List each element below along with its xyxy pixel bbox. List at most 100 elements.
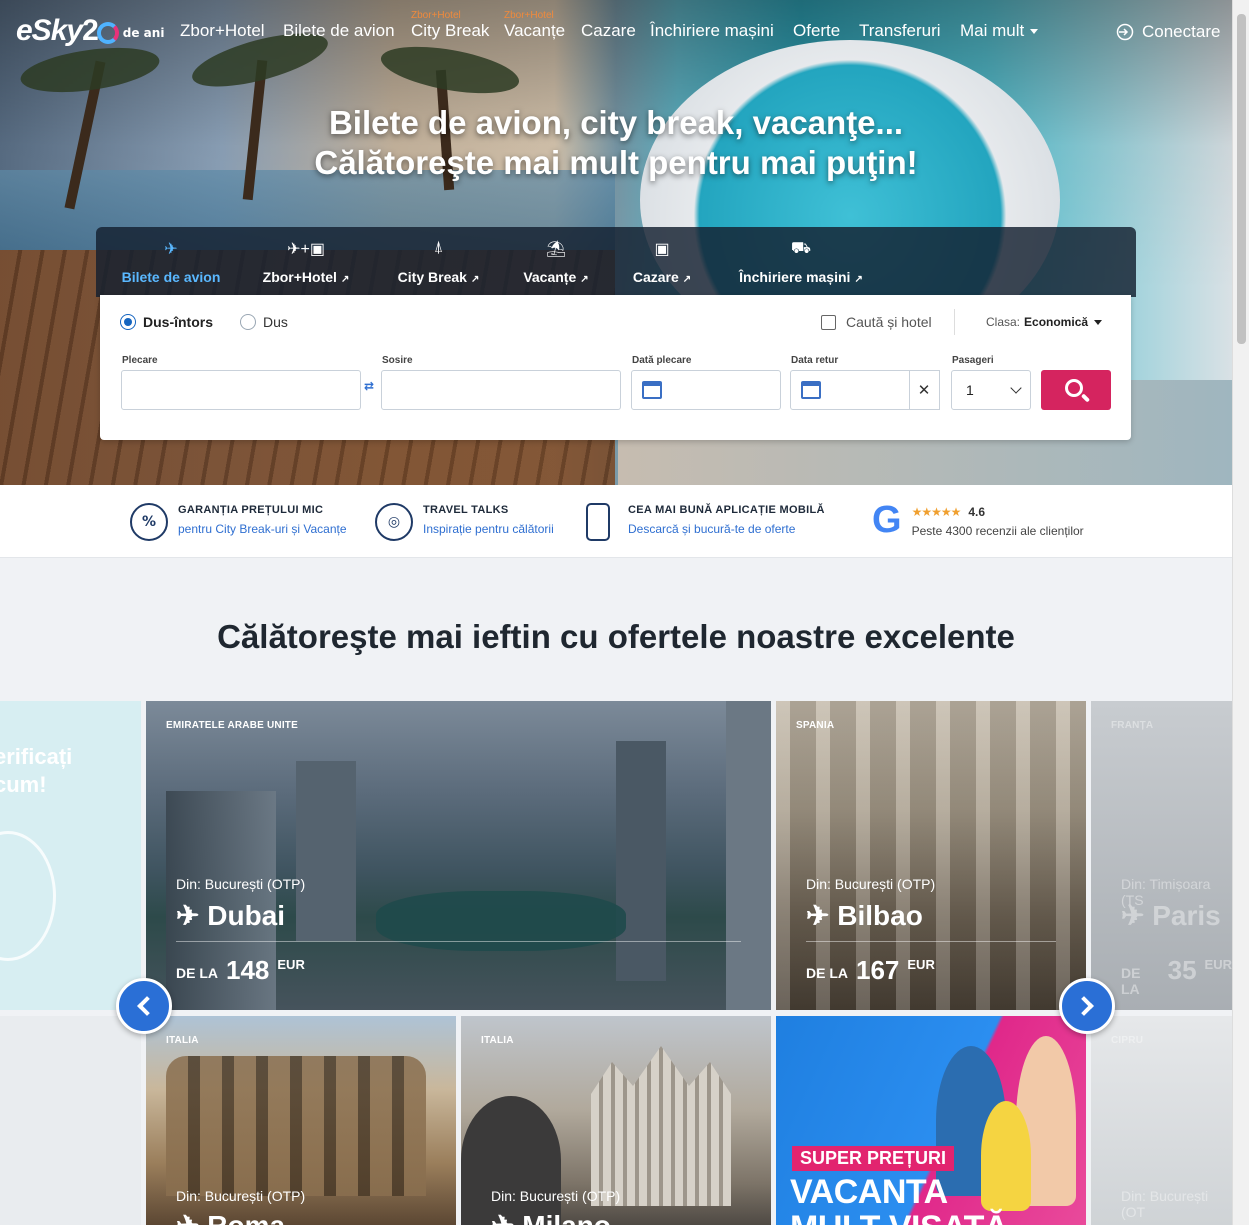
checkbox-label: Caută și hotel — [846, 314, 932, 330]
class-value: Economică — [1024, 315, 1089, 329]
promo-banner-left-2 — [0, 1016, 141, 1225]
offer-card-milano[interactable]: ITALIA Din: București (OTP) ✈ Milano — [461, 1016, 771, 1225]
close-icon: ✕ — [917, 381, 931, 399]
arrival-input[interactable] — [381, 370, 621, 410]
trip-type-one-way[interactable]: Dus — [240, 314, 288, 330]
offer-card-roma[interactable]: ITALIA Din: București (OTP) ✈ Roma — [146, 1016, 456, 1225]
top-navigation: eSky 2 de ani Zbor+Hotel Bilete de avion… — [0, 0, 1232, 64]
nav-item-cazare[interactable]: Cazare — [581, 21, 636, 41]
promo-banner-left[interactable]: erificați cum! — [0, 701, 141, 1010]
clear-return-date-button[interactable]: ✕ — [909, 370, 940, 410]
tab-label: Bilete de avion — [121, 269, 221, 285]
chevron-down-icon — [1094, 320, 1103, 326]
benefit-subtitle: pentru City Break-uri și Vacanțe — [178, 522, 347, 536]
search-icon — [1065, 379, 1083, 397]
google-rating[interactable]: G ★★★★★ 4.6 Peste 4300 recenzii ale clien… — [872, 501, 1084, 539]
duomo — [591, 1046, 731, 1206]
search-hotel-checkbox[interactable]: Caută și hotel — [821, 314, 932, 330]
nav-item-inchiriere-masini[interactable]: Închiriere mașini — [650, 21, 774, 41]
scrollbar-thumb[interactable] — [1237, 14, 1246, 344]
nav-item-city-break[interactable]: Zbor+Hotel City Break — [411, 10, 489, 41]
benefit-low-price[interactable]: % GARANȚIA PREȚULUI MIC pentru City Brea… — [130, 501, 347, 541]
offer-origin: Din: București (OTP) — [176, 1188, 306, 1204]
tab-label: Vacanțe — [523, 269, 577, 285]
search-button[interactable] — [1041, 370, 1111, 410]
promo-text: erificați cum! — [0, 744, 73, 797]
hotel-icon: ▣ — [654, 241, 670, 258]
tab-inchiriere-masini[interactable]: ⛟ Închiriere mașini ↗ — [732, 227, 870, 297]
hero-title-line1: Bilete de avion, city break, vacanţe... — [328, 104, 904, 141]
departure-date-input[interactable] — [631, 370, 781, 410]
offer-origin: Din: București (OTP) — [806, 876, 936, 892]
beach-umbrella-icon: ⛱ — [545, 241, 567, 258]
nav-item-oferte[interactable]: Oferte — [793, 21, 840, 41]
building — [726, 701, 771, 1010]
offer-card-dubai[interactable]: EMIRATELE ARABE UNITE Din: București (OT… — [146, 701, 771, 1010]
trip-type-round-trip[interactable]: Dus-întors — [120, 314, 213, 330]
radio-icon — [240, 314, 256, 330]
building — [616, 741, 666, 981]
nav-item-bilete-de-avion[interactable]: Bilete de avion — [283, 21, 395, 41]
search-tabs: ✈ Bilete de avion ✈+▣ Zbor+Hotel ↗ ⍋ City… — [96, 227, 1136, 297]
offer-card-paris[interactable]: FRANȚA Din: Timișoara (TS ✈ Paris DE LA 3… — [1091, 701, 1232, 1010]
nav-item-transferuri[interactable]: Transferuri — [859, 21, 941, 41]
nav-item-zbor-hotel[interactable]: Zbor+Hotel — [180, 21, 265, 41]
login-icon — [1116, 23, 1134, 41]
nav-item-mai-mult[interactable]: Mai mult — [960, 21, 1039, 41]
tab-cazare[interactable]: ▣ Cazare ↗ — [630, 227, 694, 297]
globe-icon: ◎ — [375, 503, 413, 541]
departure-input[interactable] — [121, 370, 361, 410]
departure-date-label: Dată plecare — [632, 355, 692, 366]
carousel-next-button[interactable] — [1059, 978, 1115, 1034]
tab-vacante[interactable]: ⛱ Vacanțe ↗ — [518, 227, 594, 297]
offer-origin: Din: București (OTP) — [491, 1188, 621, 1204]
offer-city: ✈ Bilbao — [806, 900, 923, 931]
offers-section-title: Călătoreşte mai ieftin cu ofertele noast… — [217, 618, 1015, 655]
chevron-down-icon — [1030, 29, 1039, 35]
offer-country: ITALIA — [481, 1035, 514, 1046]
chevron-right-icon — [1074, 996, 1094, 1016]
divider — [806, 941, 1056, 942]
external-link-icon: ↗ — [682, 274, 692, 285]
tab-bilete-de-avion[interactable]: ✈ Bilete de avion — [118, 227, 224, 297]
return-date-input[interactable] — [790, 370, 910, 410]
radio-label: Dus — [263, 314, 288, 330]
passengers-select[interactable]: 1 — [951, 370, 1031, 410]
hero-title-line2: Călătoreşte mai mult pentru mai puţin! — [314, 144, 918, 181]
nav-item-vacante[interactable]: Zbor+Hotel Vacanțe — [504, 10, 565, 41]
offer-country: FRANȚA — [1111, 720, 1154, 731]
passengers-value: 1 — [966, 382, 974, 398]
checkbox-icon — [821, 314, 836, 330]
tab-city-break[interactable]: ⍋ City Break ↗ — [391, 227, 486, 297]
return-date-label: Data retur — [791, 355, 839, 366]
benefit-title: CEA MAI BUNĂ APLICAȚIE MOBILĂ — [628, 504, 825, 516]
esky-logo[interactable]: eSky 2 de ani — [16, 14, 164, 48]
offer-country: ITALIA — [166, 1035, 199, 1046]
external-link-icon: ↗ — [580, 274, 589, 285]
benefit-travel-talks[interactable]: ◎ TRAVEL TALKS Inspirație pentru călător… — [375, 501, 554, 541]
offer-price: DE LA 35 EUR — [1121, 955, 1232, 997]
external-link-icon: ↗ — [340, 274, 350, 285]
tab-label: Cazare — [632, 269, 679, 285]
flight-search-form: Dus-întors Dus Caută și hotel Clasa: Econ… — [100, 295, 1131, 440]
offer-card-bilbao[interactable]: SPANIA Din: București (OTP) ✈ Bilbao DE … — [776, 701, 1086, 1010]
login-label: Conectare — [1142, 22, 1221, 41]
benefit-mobile-app[interactable]: CEA MAI BUNĂ APLICAȚIE MOBILĂ Descarcă ș… — [584, 501, 825, 541]
offer-card-cipru[interactable]: CIPRU Din: București (OT — [1091, 1016, 1232, 1225]
login-button[interactable]: Conectare — [1116, 22, 1220, 42]
tab-zbor-hotel[interactable]: ✈+▣ Zbor+Hotel ↗ — [256, 227, 356, 297]
promo-tag: SUPER PREȚURI — [792, 1146, 955, 1171]
carousel-prev-button[interactable] — [116, 978, 172, 1034]
page-scrollbar[interactable] — [1232, 0, 1249, 1225]
offer-price: DE LA 167 EUR — [806, 955, 935, 985]
departure-label: Plecare — [122, 355, 158, 366]
offer-city: ✈ Paris — [1121, 900, 1221, 931]
external-link-icon: ↗ — [470, 274, 480, 285]
travel-class-select[interactable]: Clasa: Economică — [986, 315, 1103, 329]
radio-label: Dus-întors — [143, 314, 213, 330]
rating-value: 4.6 — [968, 505, 986, 519]
nav-sup-label: Zbor+Hotel — [411, 10, 461, 21]
swap-icon[interactable]: ⇄ — [364, 380, 374, 392]
promo-ad-super-prices[interactable]: SUPER PREȚURI VACANTAMULT VISATĂ — [776, 1016, 1086, 1225]
plane-hotel-icon: ✈+▣ — [287, 241, 325, 258]
